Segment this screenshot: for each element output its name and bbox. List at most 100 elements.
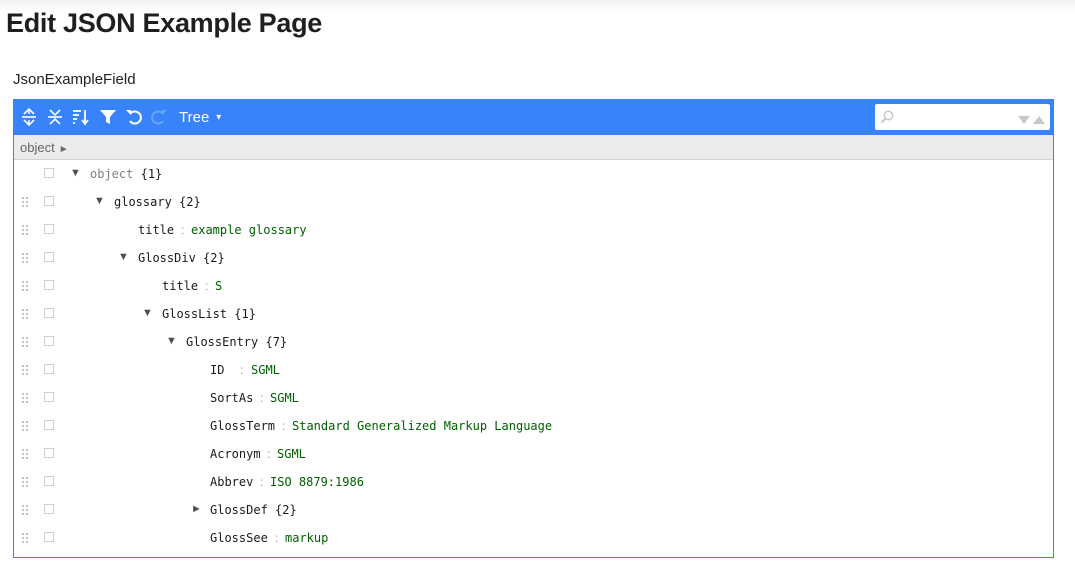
field-label: JsonExampleField [13, 71, 136, 88]
value-glosssee[interactable]: markup [285, 531, 328, 545]
field-acronym[interactable]: Acronym [210, 447, 261, 461]
context-menu-button[interactable] [44, 280, 54, 290]
separator: : [282, 419, 286, 433]
undo-icon [126, 110, 142, 125]
chevron-right-icon: ► [58, 144, 69, 155]
context-menu-button[interactable] [44, 504, 54, 514]
context-menu-button[interactable] [44, 532, 54, 542]
tree-row-glossdiv-title: title : S [14, 272, 1053, 300]
context-menu-button[interactable] [44, 336, 54, 346]
collapse-toggle-icon[interactable]: ▼ [142, 306, 153, 320]
mode-selector[interactable]: Tree ▾ [179, 107, 221, 127]
field-glossdef[interactable]: GlossDef {2} [210, 503, 297, 517]
json-tree: ▼ object {1} ▼ glossary {2} title : exam… [14, 160, 1053, 557]
child-count: {1} [234, 307, 256, 321]
tree-row-root: ▼ object {1} [14, 160, 1053, 188]
field-glosssee[interactable]: GlossSee [210, 531, 268, 545]
drag-handle-icon[interactable] [21, 448, 30, 460]
field-id[interactable]: ID [210, 363, 224, 377]
value-abbrev[interactable]: ISO 8879:1986 [270, 475, 364, 489]
tree-row-id: ID : SGML [14, 356, 1053, 384]
context-menu-button[interactable] [44, 308, 54, 318]
tree-row-glossterm: GlossTerm : Standard Generalized Markup … [14, 412, 1053, 440]
expand-all-button[interactable] [17, 105, 41, 129]
field-root: object {1} [90, 167, 163, 181]
search-icon [880, 110, 894, 124]
separator: : [275, 531, 279, 545]
tree-row-acronym: Acronym : SGML [14, 440, 1053, 468]
value-title[interactable]: example glossary [191, 223, 307, 237]
context-menu-button[interactable] [44, 224, 54, 234]
field-abbrev[interactable]: Abbrev [210, 475, 253, 489]
context-menu-button[interactable] [44, 448, 54, 458]
field-glossentry[interactable]: GlossEntry {7} [186, 335, 287, 349]
tree-row-glossary-title: title : example glossary [14, 216, 1053, 244]
tree-row-glossary: ▼ glossary {2} [14, 188, 1053, 216]
collapse-toggle-icon[interactable]: ▼ [118, 250, 129, 264]
collapse-toggle-icon[interactable]: ▼ [70, 166, 81, 180]
child-count: {1} [140, 167, 163, 181]
context-menu-button[interactable] [44, 168, 54, 178]
expand-all-icon [22, 108, 36, 126]
field-title[interactable]: title [138, 223, 174, 237]
context-menu-button[interactable] [44, 392, 54, 402]
field-glossdiv[interactable]: GlossDiv {2} [138, 251, 225, 265]
separator: : [240, 363, 244, 377]
drag-handle-icon[interactable] [21, 280, 30, 292]
context-menu-button[interactable] [44, 252, 54, 262]
field-glossterm[interactable]: GlossTerm [210, 419, 275, 433]
tree-row-glossdiv: ▼ GlossDiv {2} [14, 244, 1053, 272]
field-sortas[interactable]: SortAs [210, 391, 253, 405]
sort-button[interactable] [69, 105, 93, 129]
tree-row-glossdef: ► GlossDef {2} [14, 496, 1053, 524]
value-title[interactable]: S [215, 279, 222, 293]
redo-button[interactable] [147, 105, 171, 129]
drag-handle-icon[interactable] [21, 420, 30, 432]
separator: : [181, 223, 185, 237]
search-previous-icon[interactable] [1032, 112, 1046, 130]
context-menu-button[interactable] [44, 364, 54, 374]
drag-handle-icon[interactable] [21, 364, 30, 376]
navigation-bar: object ► [14, 135, 1053, 160]
drag-handle-icon[interactable] [21, 196, 30, 208]
drag-handle-icon[interactable] [21, 252, 30, 264]
search-next-icon[interactable] [1017, 112, 1031, 130]
sort-icon [73, 110, 89, 126]
value-glossterm[interactable]: Standard Generalized Markup Language [292, 419, 552, 433]
field-title[interactable]: title [162, 279, 198, 293]
context-menu-button[interactable] [44, 476, 54, 486]
filter-button[interactable] [96, 105, 120, 129]
drag-handle-icon[interactable] [21, 308, 30, 320]
separator: : [267, 447, 271, 461]
editor-toolbar: Tree ▾ [14, 100, 1053, 135]
drag-handle-icon[interactable] [21, 224, 30, 236]
context-menu-button[interactable] [44, 196, 54, 206]
context-menu-button[interactable] [44, 420, 54, 430]
field-glosslist[interactable]: GlossList {1} [162, 307, 256, 321]
drag-handle-icon[interactable] [21, 336, 30, 348]
chevron-down-icon: ▾ [216, 111, 222, 123]
tree-row-glosslist: ▼ GlossList {1} [14, 300, 1053, 328]
collapse-toggle-icon[interactable]: ▼ [166, 334, 177, 348]
collapse-all-icon [48, 109, 62, 125]
value-id[interactable]: SGML [251, 363, 280, 377]
separator: : [260, 391, 264, 405]
tree-row-glossentry: ▼ GlossEntry {7} [14, 328, 1053, 356]
drag-handle-icon[interactable] [21, 476, 30, 488]
undo-button[interactable] [122, 105, 146, 129]
mode-label: Tree [179, 108, 210, 126]
value-sortas[interactable]: SGML [270, 391, 299, 405]
field-glossary[interactable]: glossary {2} [114, 195, 201, 209]
expand-toggle-icon[interactable]: ► [191, 502, 202, 516]
drag-handle-icon[interactable] [21, 504, 30, 516]
drag-handle-icon[interactable] [21, 532, 30, 544]
breadcrumb-label: object [20, 140, 55, 155]
collapse-all-button[interactable] [43, 105, 67, 129]
collapse-toggle-icon[interactable]: ▼ [94, 194, 105, 208]
json-editor: Tree ▾ object ► ▼ object {1} ▼ glossary … [13, 99, 1054, 558]
child-count: {2} [275, 503, 297, 517]
search-input[interactable] [897, 108, 1007, 126]
drag-handle-icon[interactable] [21, 392, 30, 404]
value-acronym[interactable]: SGML [277, 447, 306, 461]
breadcrumb[interactable]: object ► [20, 140, 69, 155]
